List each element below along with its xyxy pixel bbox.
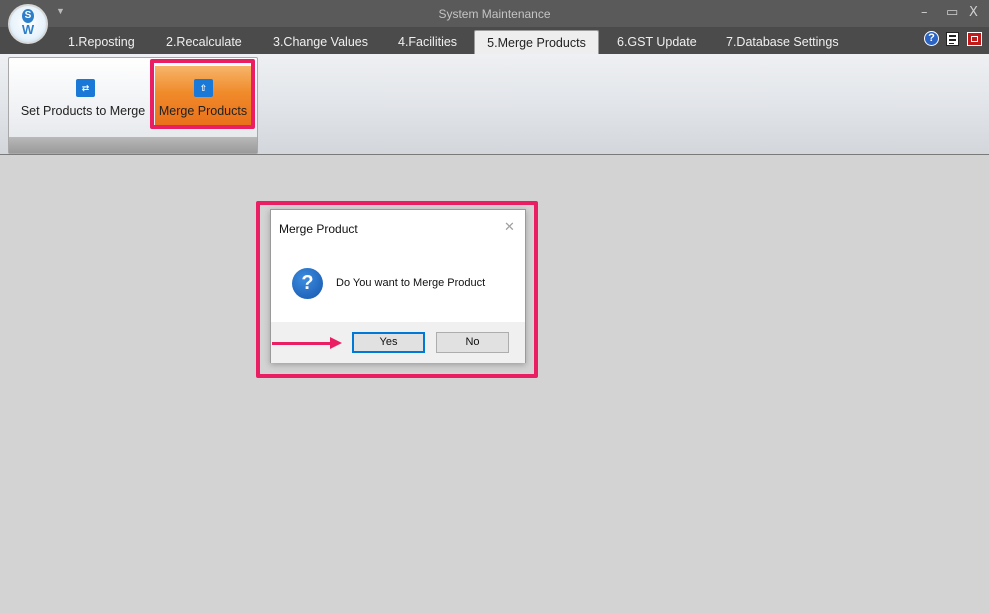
minimize-button[interactable]: – [921,5,928,20]
title-bar: ▼ System Maintenance – ▭ X [0,0,989,27]
yes-button[interactable]: Yes [352,332,425,353]
document-icon[interactable] [946,32,959,46]
ribbon-panel: ⇄ Set Products to Merge ⇧ Merge Products [0,54,989,155]
dialog-message: Do You want to Merge Product [336,277,486,289]
dialog-close-icon[interactable]: ✕ [504,219,515,235]
help-icon[interactable]: ? [924,31,939,46]
ribbon-group-footer [9,137,257,153]
set-products-to-merge-button[interactable]: ⇄ Set Products to Merge [13,66,153,126]
no-button[interactable]: No [436,332,509,353]
dialog-title: Merge Product [279,222,358,236]
annotation-arrow-head-icon [330,337,342,349]
maximize-button[interactable]: ▭ [946,5,958,20]
tab-recalculate[interactable]: 2.Recalculate [166,35,242,49]
tab-database-settings[interactable]: 7.Database Settings [726,35,839,49]
pdf-icon[interactable] [967,32,982,46]
tab-change-values[interactable]: 3.Change Values [273,35,368,49]
tab-reposting[interactable]: 1.Reposting [68,35,135,49]
logo-letter-w: W [21,22,35,37]
set-products-icon: ⇄ [76,79,95,97]
tab-gst-update[interactable]: 6.GST Update [617,35,697,49]
tab-merge-products[interactable]: 5.Merge Products [474,30,599,54]
merge-products-highlight-box [150,59,255,129]
logo-letter-s: S [22,9,34,23]
set-products-to-merge-label: Set Products to Merge [20,104,146,118]
app-logo[interactable]: S W [8,4,48,44]
window-title: System Maintenance [438,7,551,21]
tab-facilities[interactable]: 4.Facilities [398,35,457,49]
merge-product-dialog: Merge Product ✕ ? Do You want to Merge P… [270,209,526,363]
question-icon: ? [292,268,323,299]
annotation-arrow-line [272,342,332,345]
tab-merge-products-label: 5.Merge Products [487,36,586,50]
close-button[interactable]: X [969,5,978,20]
